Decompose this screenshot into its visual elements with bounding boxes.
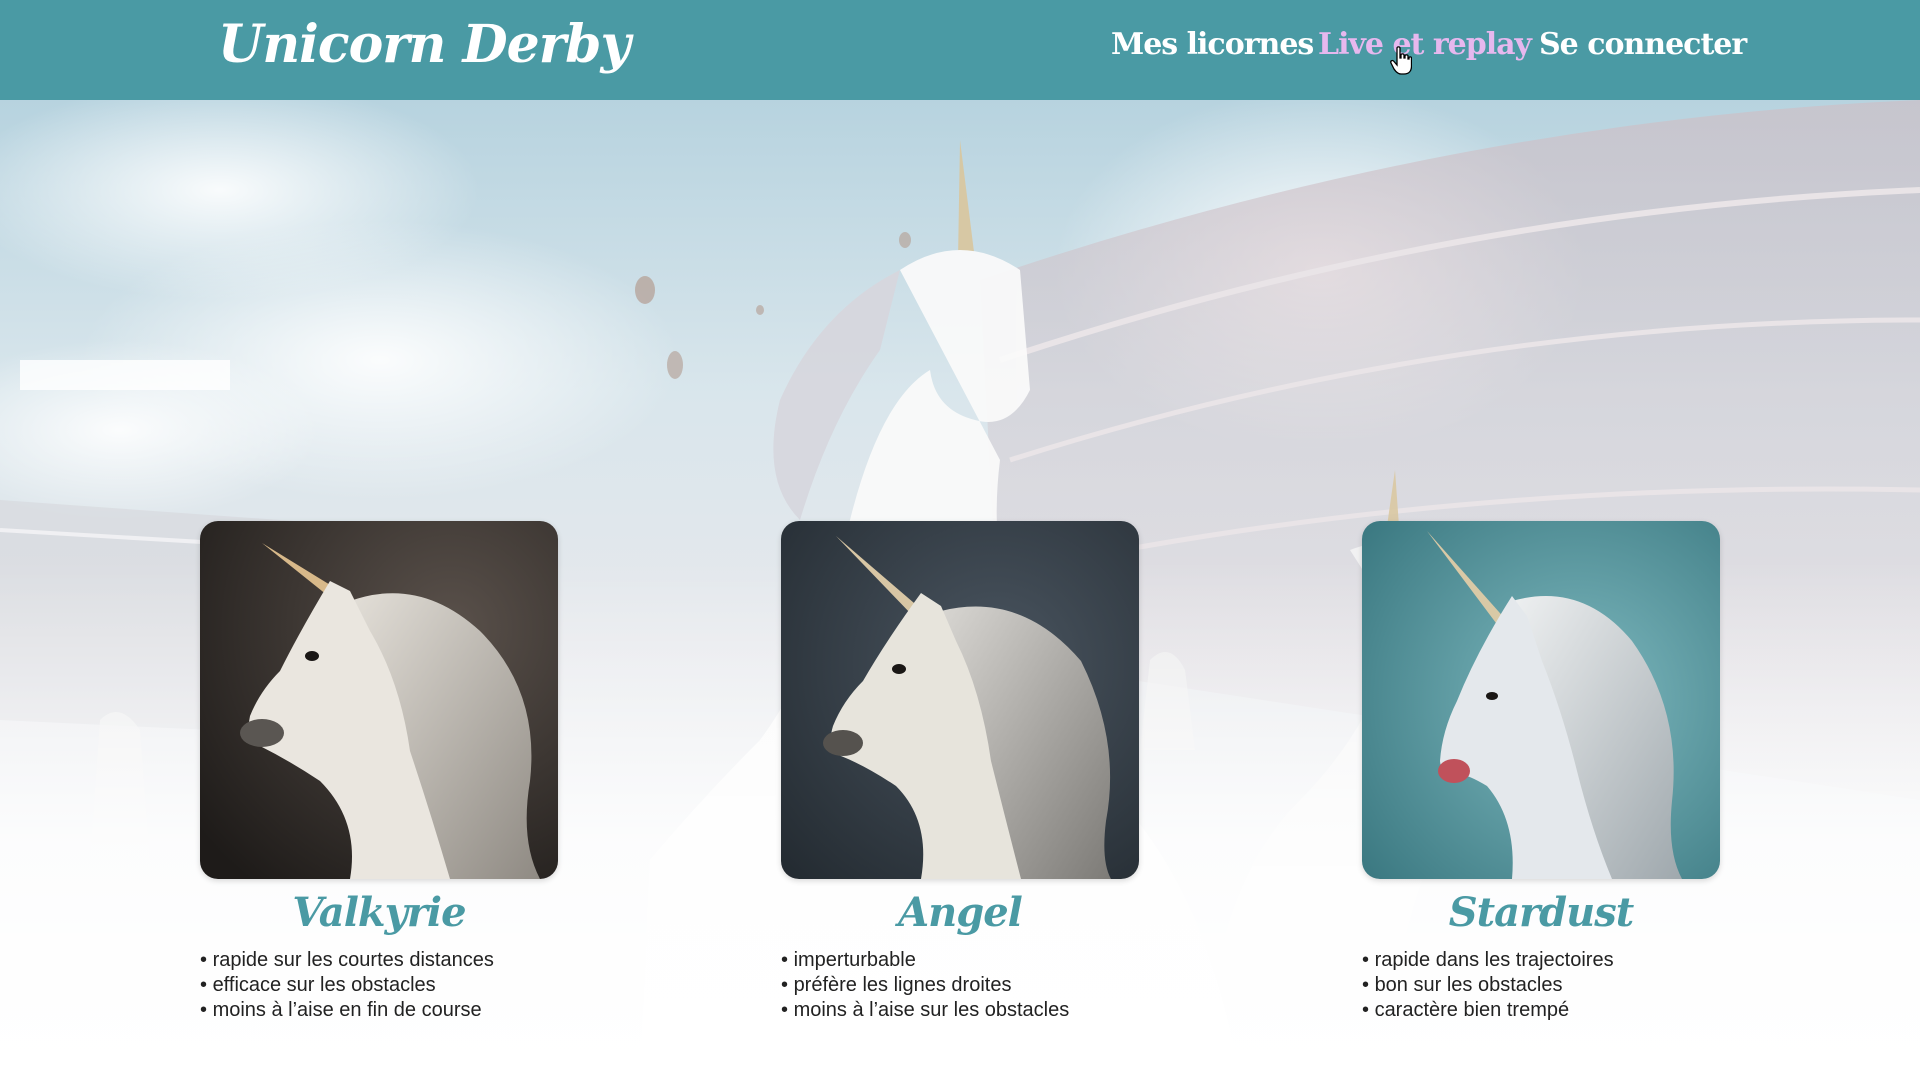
unicorn-traits-list: rapide dans les trajectoires bon sur les… <box>1362 948 1720 1023</box>
trait-item: caractère bien trempé <box>1362 998 1720 1023</box>
nav-link-se-connecter[interactable]: Se connecter <box>1539 27 1747 62</box>
trait-item: imperturbable <box>781 948 1139 973</box>
trait-item: moins à l’aise en fin de course <box>200 998 558 1023</box>
unicorn-traits-list: rapide sur les courtes distances efficac… <box>200 948 558 1023</box>
unicorn-traits-list: imperturbable préfère les lignes droites… <box>781 948 1139 1023</box>
unicorn-card-stardust[interactable]: Stardust rapide dans les trajectoires bo… <box>1362 521 1720 1023</box>
unicorn-photo[interactable] <box>200 521 558 879</box>
unicorn-name[interactable]: Angel <box>781 889 1139 936</box>
unicorn-card-angel[interactable]: Angel imperturbable préfère les lignes d… <box>781 521 1139 1023</box>
trait-item: efficace sur les obstacles <box>200 973 558 998</box>
unicorn-name[interactable]: Valkyrie <box>200 889 558 936</box>
trait-item: rapide dans les trajectoires <box>1362 948 1720 973</box>
trait-item: préfère les lignes droites <box>781 973 1139 998</box>
trait-item: rapide sur les courtes distances <box>200 948 558 973</box>
nav-link-mes-licornes[interactable]: Mes licornes <box>1111 27 1314 62</box>
site-logo[interactable]: Unicorn Derby <box>218 14 631 75</box>
top-navigation-bar: Unicorn Derby Mes licornes Live et repla… <box>0 0 1920 100</box>
unicorn-photo[interactable] <box>781 521 1139 879</box>
nav-link-live-et-replay[interactable]: Live et replay <box>1318 27 1532 62</box>
unicorn-name[interactable]: Stardust <box>1362 889 1720 936</box>
trait-item: moins à l’aise sur les obstacles <box>781 998 1139 1023</box>
unicorn-card-valkyrie[interactable]: Valkyrie rapide sur les courtes distance… <box>200 521 558 1023</box>
trait-item: bon sur les obstacles <box>1362 973 1720 998</box>
unicorn-photo[interactable] <box>1362 521 1720 879</box>
hand-pointer-icon <box>1390 46 1412 75</box>
